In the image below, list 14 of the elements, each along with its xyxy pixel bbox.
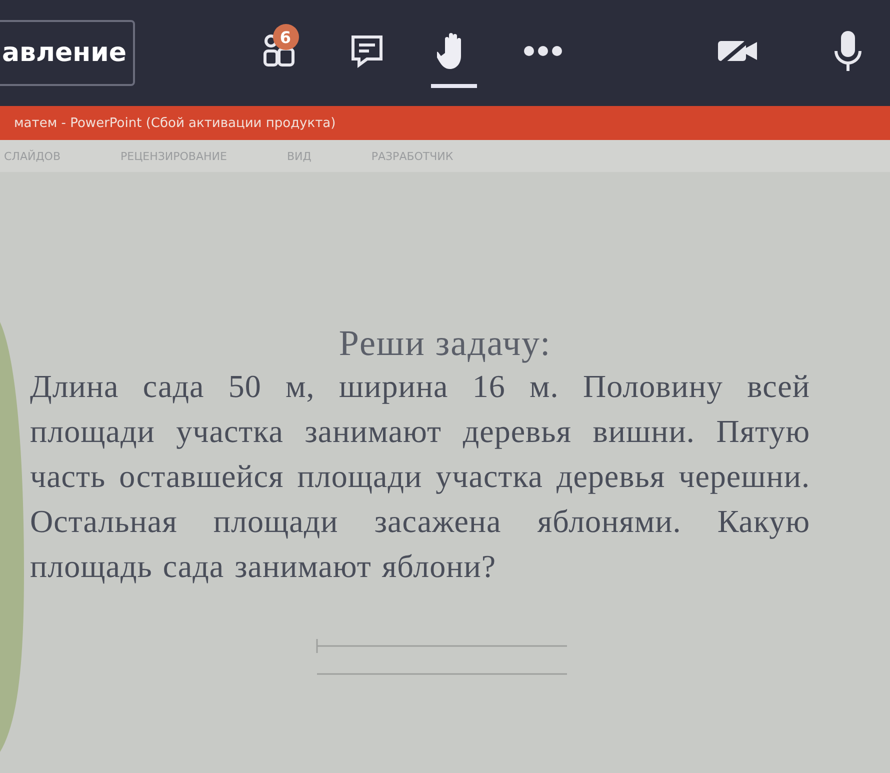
ribbon-tab[interactable]: ВИД xyxy=(286,150,312,162)
ribbon-tab[interactable]: РАЗРАБОТЧИК xyxy=(371,150,454,162)
more-icon xyxy=(522,45,562,57)
count-badge: 6 xyxy=(272,24,298,50)
microphone-icon xyxy=(832,29,862,73)
ribbon-tab[interactable]: СЛАЙДОВ xyxy=(4,150,61,162)
present-button[interactable]: авление xyxy=(0,20,134,86)
problem-text: Длина сада 50 м, ширина 16 м. Половину всей площади участка занимают деревья вишни. Пятую часть оставшейся площади участка деревья черешни. Остальная площади засажена яблонями. Какую площадь сада занимают яблони? xyxy=(30,367,810,586)
ribbon-tab[interactable]: РЕЦЕНЗИРОВАНИЕ xyxy=(120,150,227,162)
people-button[interactable]: 6 xyxy=(254,18,302,88)
slide-heading: Реши задачу: xyxy=(338,322,552,364)
chat-icon xyxy=(348,33,384,69)
window-title: матем - PowerPoint (Сбой активации продукта) xyxy=(0,106,890,140)
people-icon xyxy=(260,33,296,69)
